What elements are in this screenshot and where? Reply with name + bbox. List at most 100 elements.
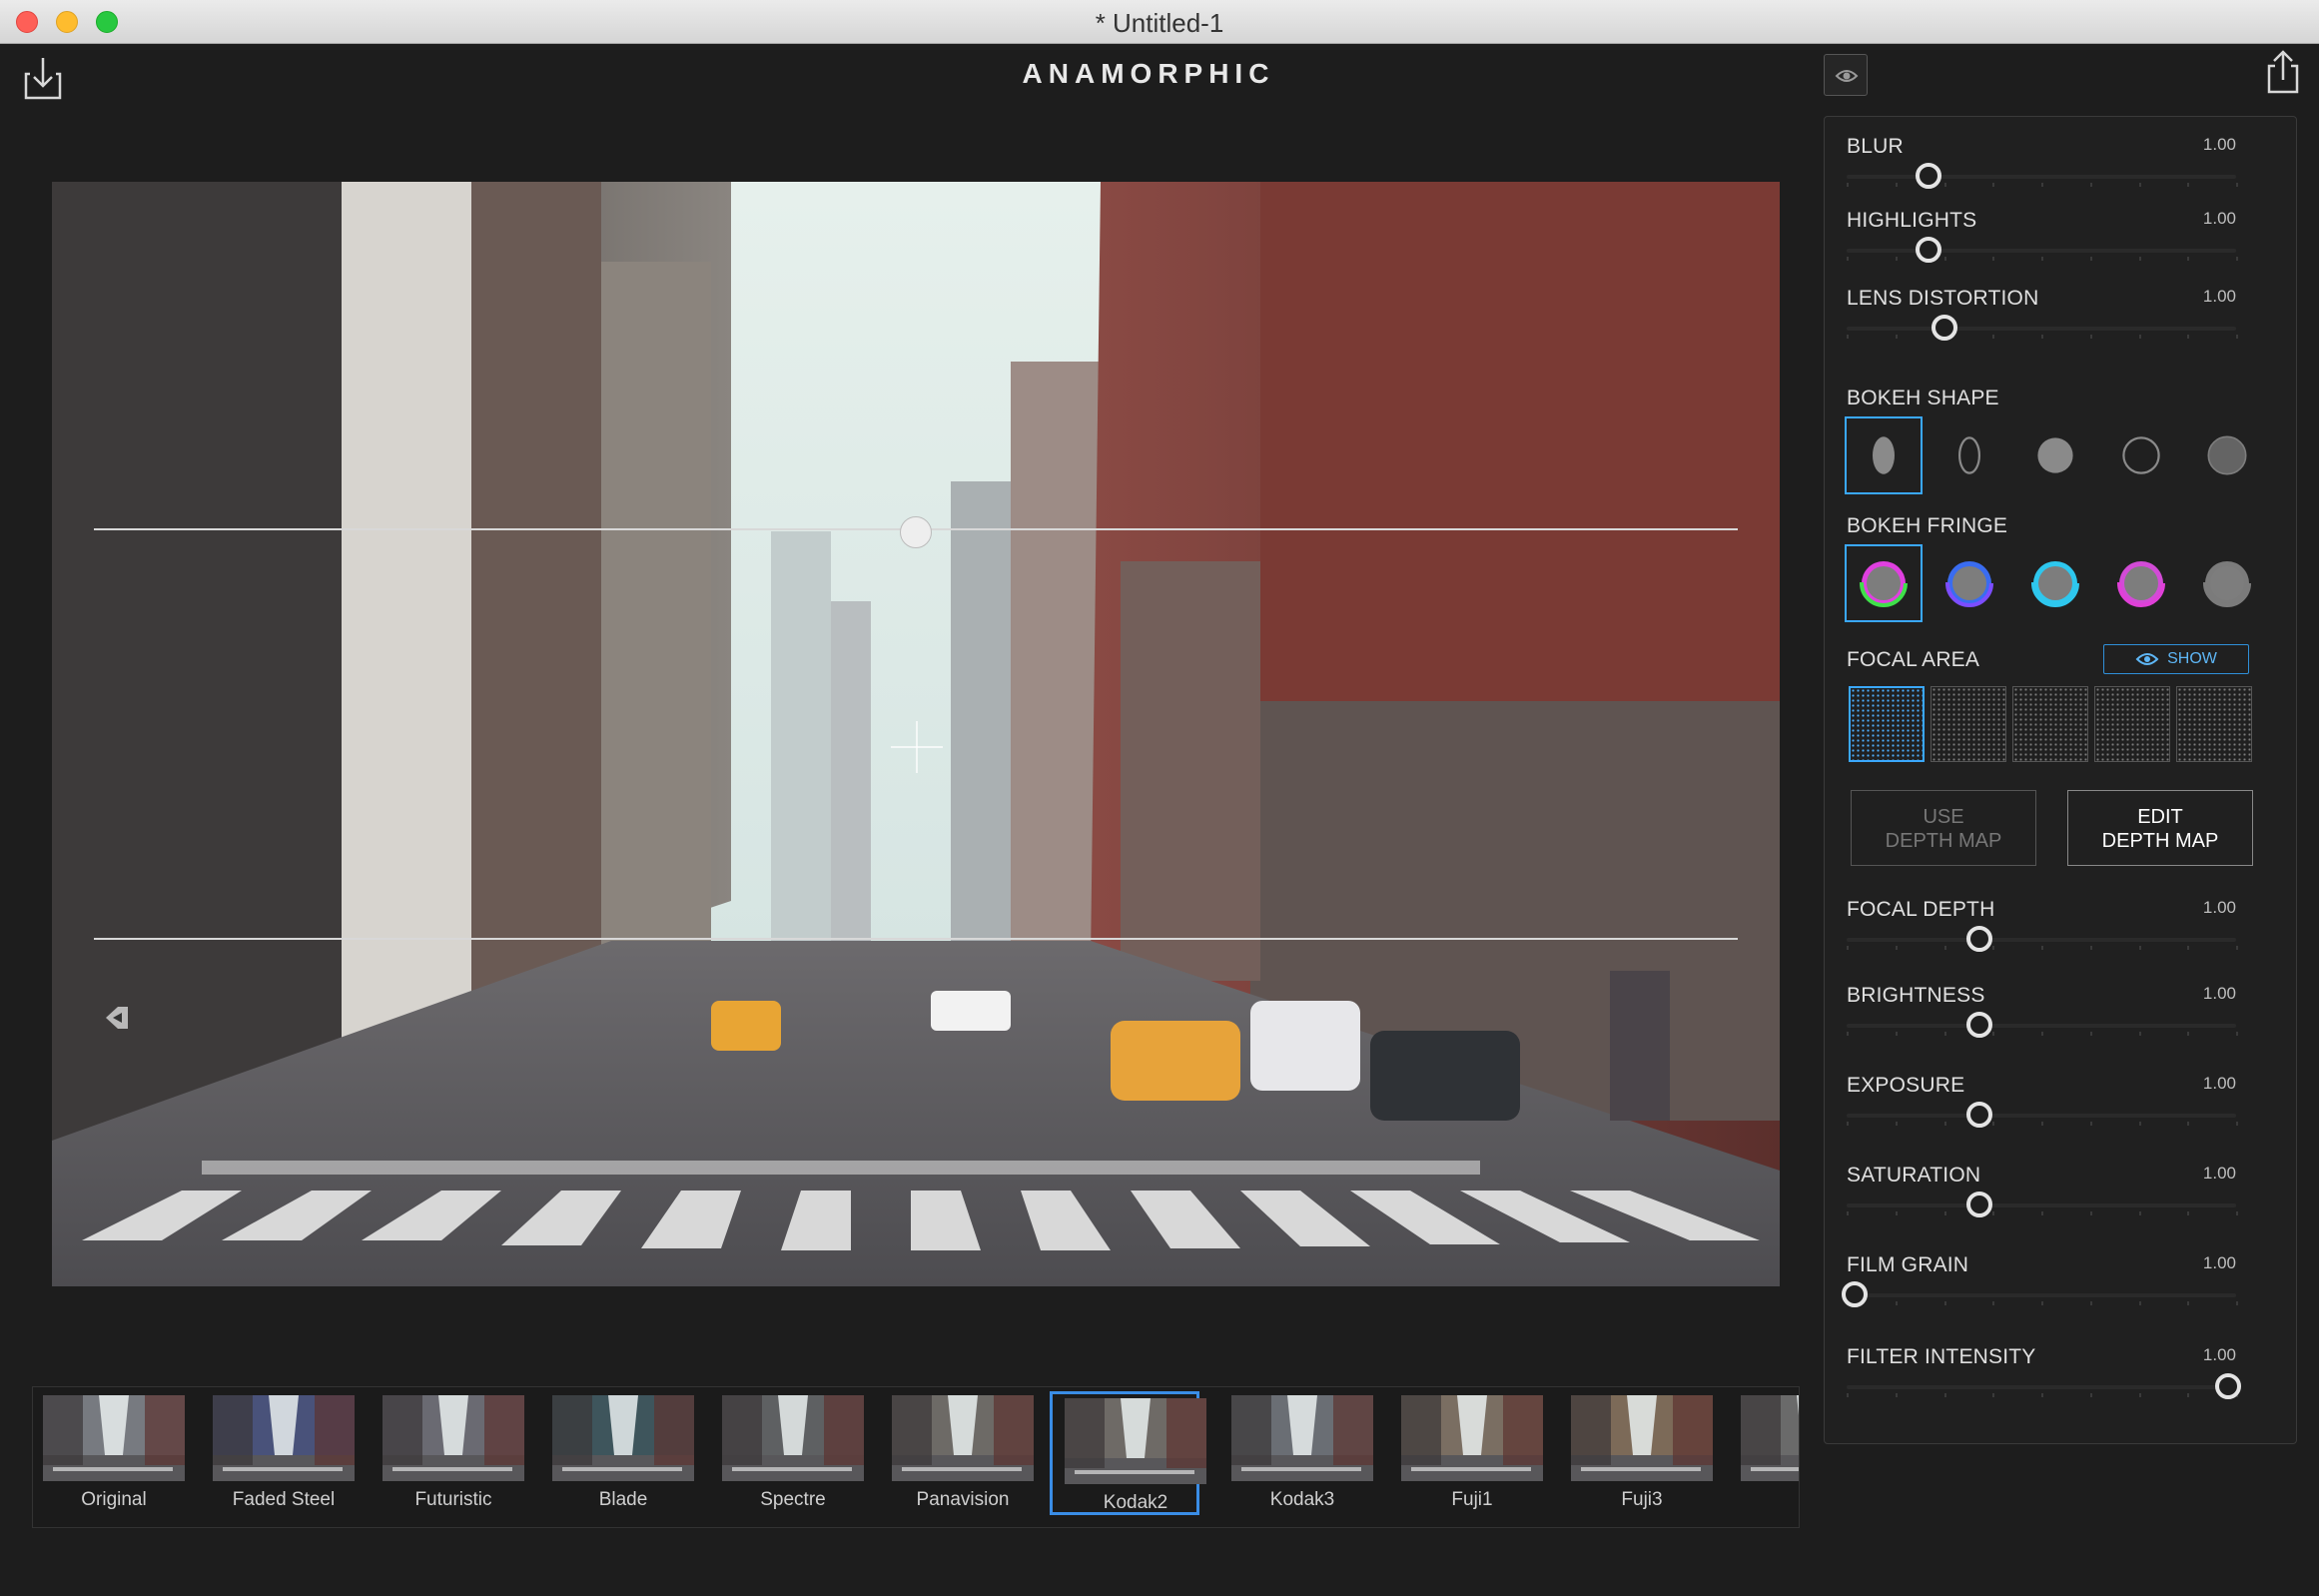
highlights-slider[interactable] (1847, 237, 2238, 263)
filter-thumbnail[interactable]: Kodak3 (1219, 1391, 1373, 1515)
focal-area-option[interactable] (2176, 686, 2252, 762)
focal-bottom-line[interactable] (94, 938, 1738, 940)
slider-tick (2187, 257, 2190, 261)
focal-depth-slider-row: FOCAL DEPTH 1.00 (1825, 898, 2298, 968)
focal-area-option[interactable] (1849, 686, 1925, 762)
filter-thumbnail[interactable]: Blade (540, 1391, 694, 1515)
edit-depth-map-button[interactable]: EDIT DEPTH MAP (2067, 790, 2253, 866)
bokeh-shape-option[interactable] (1845, 416, 1923, 494)
brightness-label: BRIGHTNESS (1847, 984, 1985, 1007)
focal-depth-slider[interactable] (1847, 926, 2238, 952)
bokeh-fringe-option[interactable] (2016, 544, 2094, 622)
bokeh-shape-option[interactable] (2102, 416, 2180, 494)
filter-preview-image (722, 1395, 864, 1481)
slider-tick (2041, 1301, 2043, 1305)
photo-canvas[interactable] (52, 182, 1780, 1286)
fringe-swatch-icon (2031, 559, 2079, 607)
bokeh-shape-option[interactable] (2188, 416, 2266, 494)
filter-thumbnail[interactable]: Fuji3 (1559, 1391, 1713, 1515)
blur-slider-knob[interactable] (1915, 163, 1941, 189)
focal-center-crosshair[interactable] (891, 721, 943, 773)
lens-distortion-slider[interactable] (1847, 315, 2238, 341)
slider-tick (1847, 1122, 1849, 1126)
filter-thumbnail[interactable]: Spectre (710, 1391, 864, 1515)
focal-area-option[interactable] (1931, 686, 2006, 762)
fringe-swatch-icon (1860, 559, 1908, 607)
saturation-slider[interactable] (1847, 1192, 2238, 1217)
film-grain-slider-knob[interactable] (1841, 1281, 1868, 1307)
brightness-slider[interactable] (1847, 1012, 2238, 1038)
oval-outline-icon (1958, 436, 1980, 474)
share-button[interactable] (2263, 50, 2303, 94)
slider-tick (1895, 1393, 1898, 1397)
slider-tick (2187, 1301, 2190, 1305)
saturation-slider-knob[interactable] (1965, 1192, 1992, 1217)
slider-tick (2138, 1122, 2141, 1126)
filter-thumbnail[interactable]: Panavision (880, 1391, 1034, 1515)
exposure-label: EXPOSURE (1847, 1074, 1965, 1097)
slider-tick (1847, 183, 1849, 187)
filter-label: Faded Steel (232, 1489, 336, 1510)
slider-tick (2236, 1211, 2238, 1215)
filter-label: Fuji1 (1451, 1489, 1493, 1510)
slider-tick (1847, 257, 1849, 261)
focal-angle-handle[interactable] (900, 516, 932, 548)
slider-tick (2041, 1032, 2043, 1036)
film-grain-slider[interactable] (1841, 1281, 2238, 1307)
slider-tick (1895, 1032, 1898, 1036)
lens-distortion-value: 1.00 (2202, 287, 2236, 306)
show-focal-area-button[interactable]: SHOW (2103, 644, 2249, 674)
filter-thumbnail[interactable]: 2 (1729, 1391, 1799, 1515)
filter-filmstrip[interactable]: Original Faded Steel Futuristic Blade Spectr… (32, 1386, 1800, 1528)
focal-area-option[interactable] (2012, 686, 2088, 762)
bokeh-shape-option[interactable] (1931, 416, 2008, 494)
filter-thumbnail[interactable]: Faded Steel (201, 1391, 355, 1515)
use-depth-map-button[interactable]: USE DEPTH MAP (1851, 790, 2036, 866)
slider-tick (1943, 1301, 1946, 1305)
highlights-slider-knob[interactable] (1915, 237, 1941, 263)
slider-tick (2089, 257, 2092, 261)
slider-tick (2041, 257, 2043, 261)
filter-thumbnail[interactable]: Fuji1 (1389, 1391, 1543, 1515)
bokeh-fringe-option[interactable] (2188, 544, 2266, 622)
filter-preview-image (383, 1395, 524, 1481)
blur-slider-row: BLUR 1.00 (1825, 135, 2298, 205)
bokeh-shape-option[interactable] (2016, 416, 2094, 494)
save-button[interactable] (24, 56, 64, 100)
filter-intensity-slider-row: FILTER INTENSITY 1.00 (1825, 1345, 2298, 1415)
circle-filled-icon (2037, 437, 2073, 473)
filter-thumbnail[interactable]: Futuristic (371, 1391, 524, 1515)
focal-depth-slider-knob[interactable] (1965, 926, 1992, 952)
blur-slider[interactable] (1847, 163, 2238, 189)
filter-label: Fuji3 (1621, 1489, 1663, 1510)
exposure-slider-knob[interactable] (1965, 1102, 1992, 1128)
brightness-slider-knob[interactable] (1965, 1012, 1992, 1038)
slider-tick (1992, 183, 1995, 187)
eye-icon (1835, 70, 1859, 82)
slider-tick (1943, 1032, 1946, 1036)
lens-distortion-slider-knob[interactable] (1931, 315, 1957, 341)
arrow-icon (106, 1007, 128, 1029)
focal-area-option[interactable] (2094, 686, 2170, 762)
slider-tick (2089, 183, 2092, 187)
filter-preview-image (1231, 1395, 1373, 1481)
slider-tick (2187, 335, 2190, 339)
filter-thumbnail[interactable]: Original (33, 1391, 185, 1515)
exposure-slider[interactable] (1847, 1102, 2238, 1128)
slider-tick (2236, 257, 2238, 261)
highlights-label: HIGHLIGHTS (1847, 209, 1977, 232)
blur-value: 1.00 (2202, 135, 2236, 154)
filter-label: Spectre (760, 1489, 826, 1510)
filter-intensity-slider-knob[interactable] (2215, 1373, 2242, 1399)
bokeh-fringe-option[interactable] (2102, 544, 2180, 622)
bokeh-fringe-option[interactable] (1845, 544, 1923, 622)
side-drag-handle[interactable] (104, 1003, 130, 1033)
slider-tick (1847, 946, 1849, 950)
filter-intensity-slider[interactable] (1847, 1373, 2242, 1399)
app-brand: ANAMORPHIC (1022, 58, 1275, 89)
bokeh-fringe-option[interactable] (1931, 544, 2008, 622)
slider-tick (2089, 335, 2092, 339)
circle-outline-icon (2122, 436, 2160, 474)
filter-thumbnail[interactable]: Kodak2 (1050, 1391, 1206, 1515)
preview-toggle-button[interactable] (1824, 54, 1868, 96)
